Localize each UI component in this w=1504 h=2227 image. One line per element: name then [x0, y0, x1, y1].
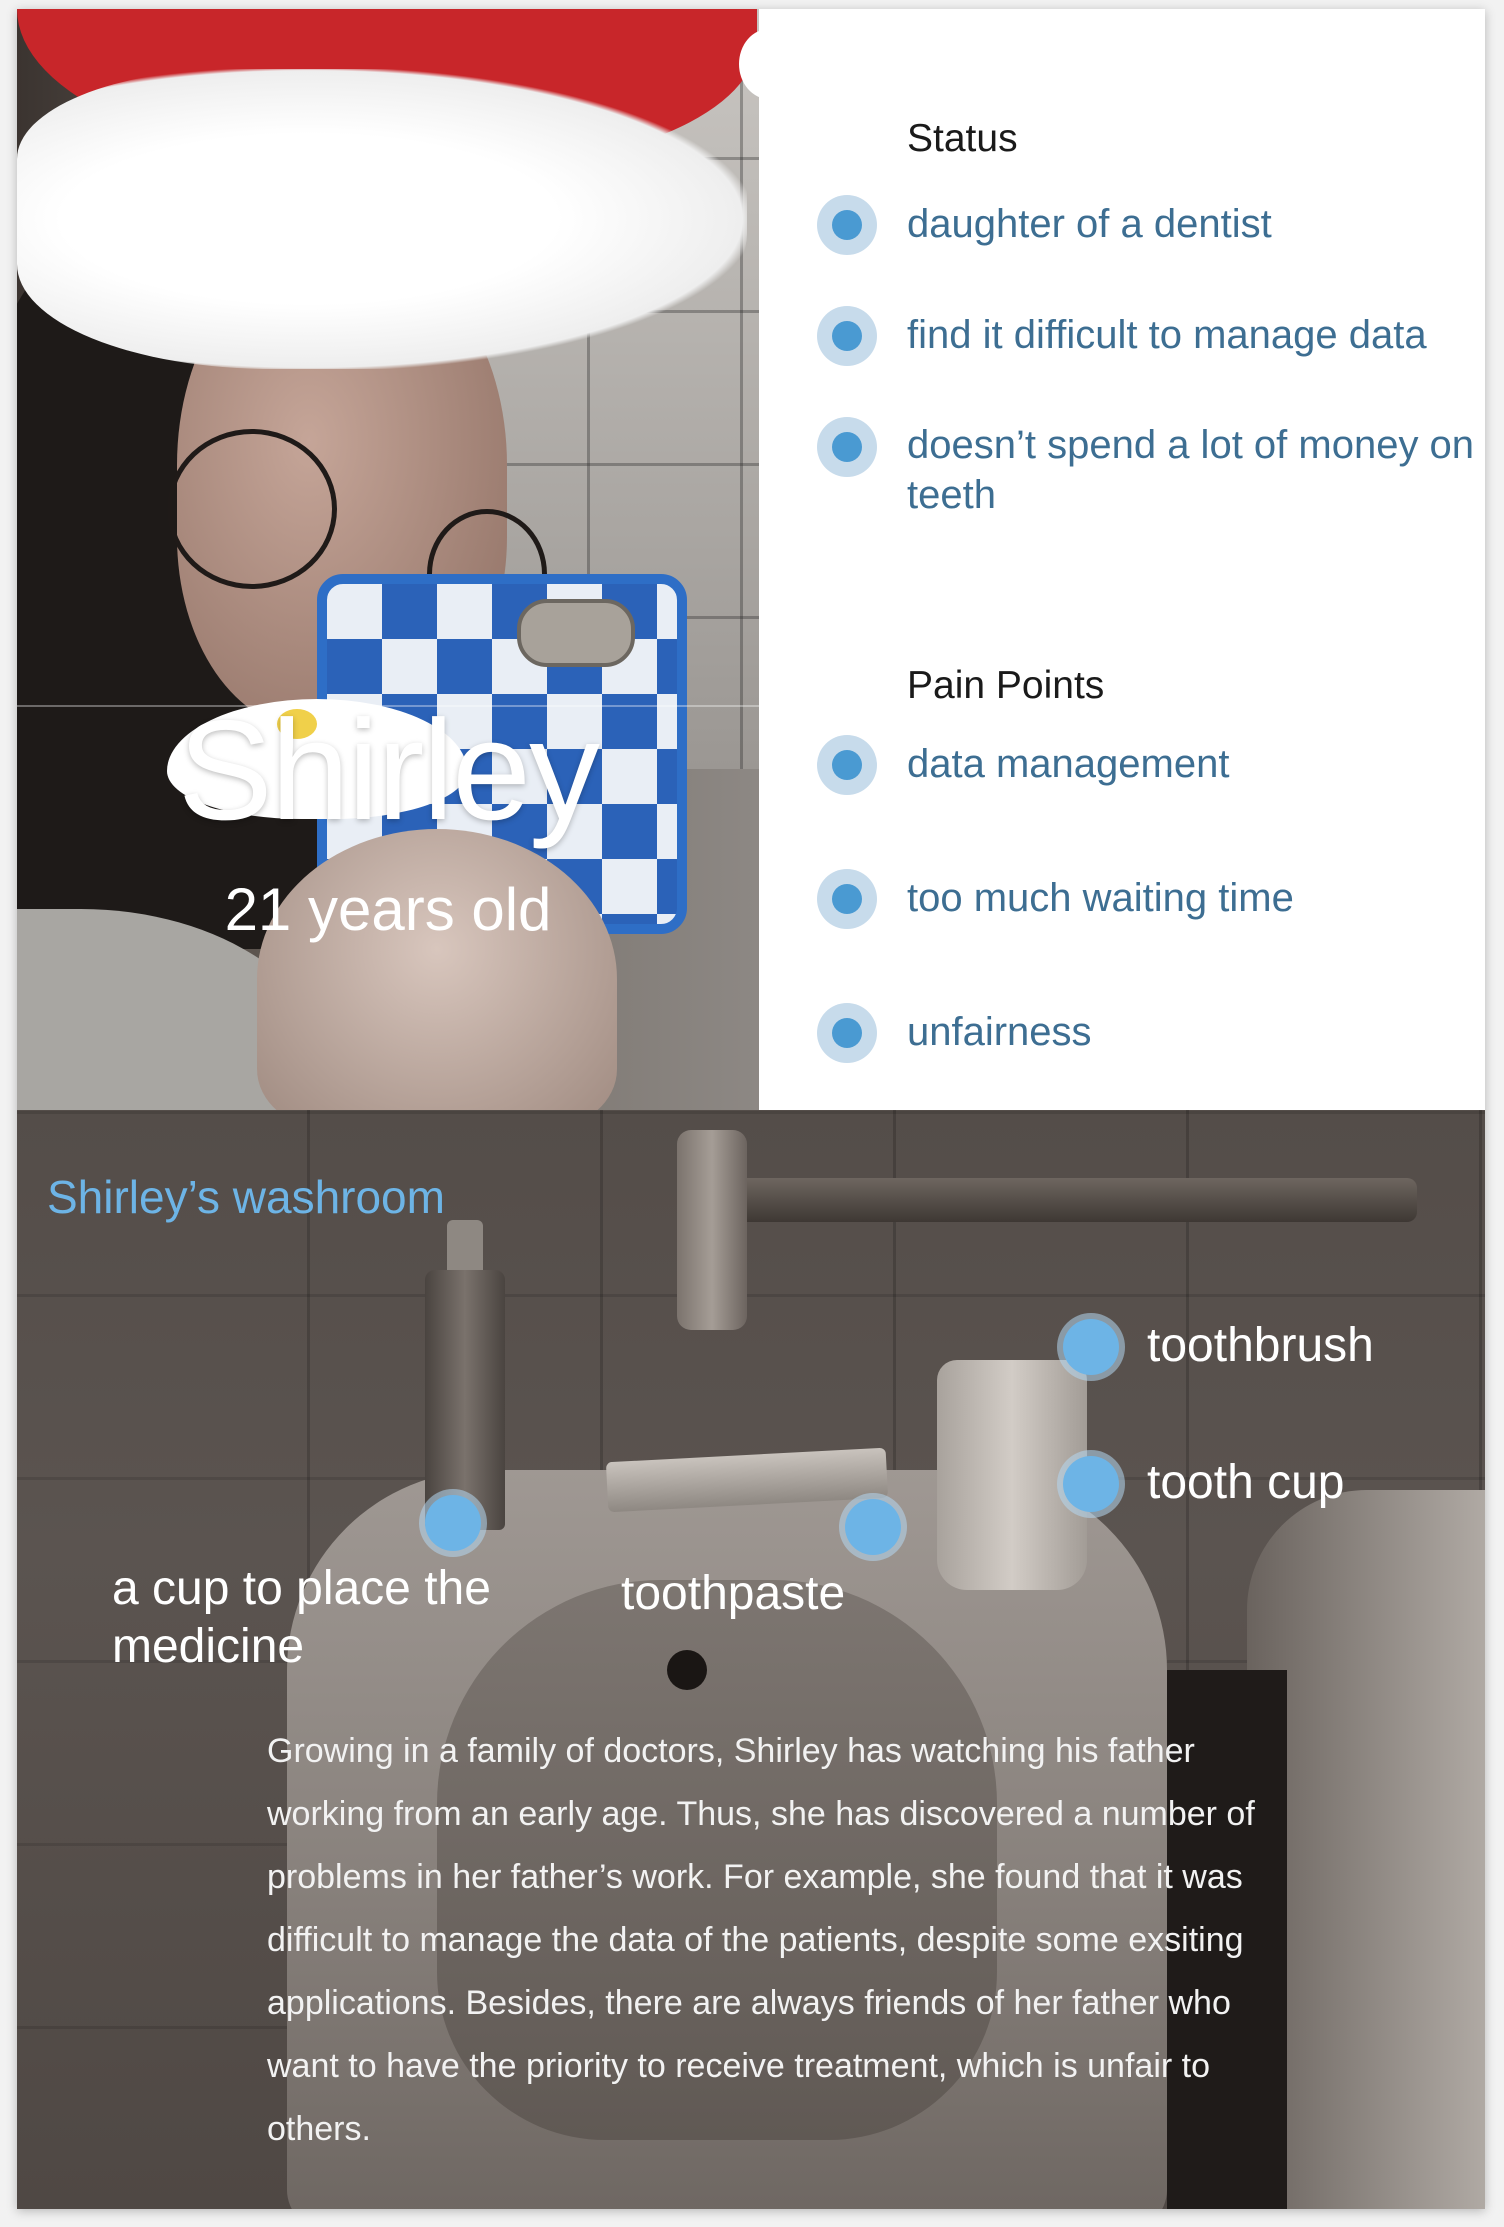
status-item: find it difficult to manage data — [907, 313, 1427, 357]
status-item: daughter of a dentist — [907, 202, 1272, 246]
persona-name: Shirley — [177, 691, 600, 850]
persona-age: 21 years old — [224, 876, 552, 943]
washroom-photo: Shirley’s washroom toothbrush tooth cup … — [17, 1110, 1485, 2209]
status-title: Status — [907, 117, 1018, 160]
persona-story: Growing in a family of doctors, Shirley … — [267, 1732, 1255, 2148]
pipe — [717, 1178, 1417, 1222]
tooth-cup-label: tooth cup — [1147, 1456, 1345, 1509]
pain-point-item: unfairness — [907, 1010, 1092, 1054]
bullet-icon — [817, 195, 877, 255]
bullet-icon — [817, 869, 877, 929]
medicine-cup-label: a cup to place the medicine — [112, 1562, 491, 1673]
faucet — [677, 1130, 747, 1330]
washroom-title: Shirley’s washroom — [47, 1171, 445, 1223]
portrait-photo: Shirley 21 years old — [17, 9, 759, 1110]
hotspot-toothbrush[interactable] — [1063, 1319, 1119, 1375]
drain — [667, 1650, 707, 1690]
bullet-icon — [817, 735, 877, 795]
phone-camera — [517, 599, 635, 667]
hotspot-tooth-cup[interactable] — [1063, 1456, 1119, 1512]
hotspot-toothpaste[interactable] — [845, 1499, 901, 1555]
persona-card: Shirley 21 years old Status daughter of … — [17, 9, 1485, 2209]
toothbrush-label: toothbrush — [1147, 1319, 1374, 1372]
bullet-icon — [817, 1003, 877, 1063]
medicine-bottle — [425, 1270, 505, 1530]
toothpaste-label: toothpaste — [621, 1567, 846, 1620]
hotspot-medicine-cup[interactable] — [425, 1495, 481, 1551]
pain-points-title: Pain Points — [907, 664, 1105, 707]
santa-hat-fur — [17, 69, 747, 369]
pain-point-item: too much waiting time — [907, 876, 1294, 920]
pain-point-item: data management — [907, 742, 1230, 786]
info-panel: Status daughter of a dentist find it dif… — [759, 9, 1485, 1110]
bullet-icon — [817, 417, 877, 477]
status-item: doesn’t spend a lot of money on teeth — [907, 423, 1475, 517]
hand — [257, 829, 617, 1110]
glasses-left-lens — [167, 429, 337, 589]
bullet-icon — [817, 306, 877, 366]
